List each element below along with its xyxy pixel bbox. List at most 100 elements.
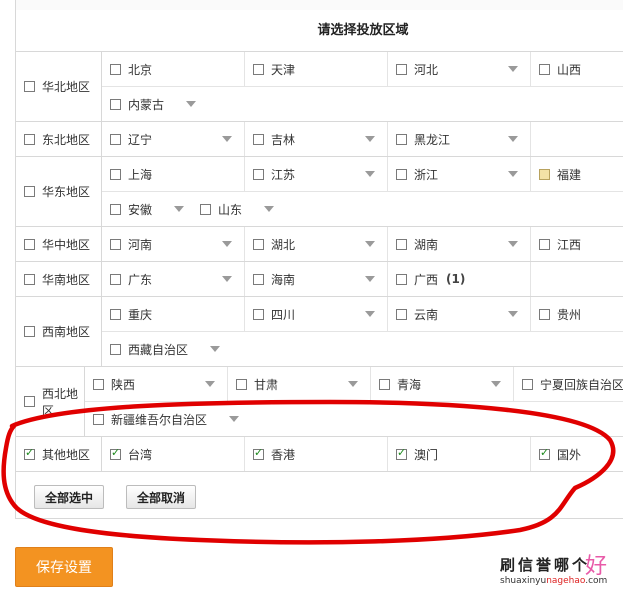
province-option[interactable]: 国外 <box>531 437 623 471</box>
chevron-down-icon[interactable] <box>264 206 275 212</box>
province-option[interactable]: 湖北 <box>245 227 388 261</box>
chevron-down-icon[interactable] <box>186 101 197 107</box>
province-checkbox[interactable] <box>539 168 550 180</box>
province-checkbox[interactable] <box>396 133 407 145</box>
province-checkbox[interactable] <box>110 203 121 215</box>
province-checkbox[interactable] <box>378 378 390 390</box>
province-checkbox[interactable] <box>253 238 264 250</box>
region-checkbox-label[interactable]: 华东地区 <box>16 157 102 226</box>
region-checkbox-label[interactable]: 西北地区 <box>16 367 85 436</box>
province-option[interactable]: 辽宁 <box>102 122 245 156</box>
province-option[interactable]: 河南 <box>102 227 245 261</box>
save-settings-button[interactable]: 保存设置 <box>15 547 113 587</box>
province-option[interactable]: 香港 <box>245 437 388 471</box>
chevron-down-icon[interactable] <box>508 171 518 177</box>
chevron-down-icon[interactable] <box>508 241 518 247</box>
province-checkbox[interactable] <box>396 273 407 285</box>
region-checkbox-label[interactable]: 其他地区 <box>16 437 102 471</box>
chevron-down-icon[interactable] <box>210 346 221 352</box>
province-checkbox[interactable] <box>253 168 264 180</box>
province-option[interactable]: 黑龙江 <box>388 122 531 156</box>
province-option[interactable]: 浙江 <box>388 157 531 191</box>
select-all-button[interactable]: 全部选中 <box>34 485 105 509</box>
province-checkbox[interactable] <box>253 273 264 285</box>
province-option[interactable]: 宁夏回族自治区 <box>514 367 623 401</box>
province-checkbox[interactable] <box>253 63 264 75</box>
province-checkbox[interactable] <box>110 168 121 180</box>
province-checkbox[interactable] <box>110 133 121 145</box>
region-checkbox-label[interactable]: 华北地区 <box>16 52 102 121</box>
province-option[interactable]: 内蒙古 <box>102 87 204 121</box>
province-checkbox[interactable] <box>396 308 407 320</box>
deselect-all-button[interactable]: 全部取消 <box>126 485 197 509</box>
province-option[interactable]: 重庆 <box>102 297 245 331</box>
province-checkbox[interactable] <box>396 63 407 75</box>
region-checkbox[interactable] <box>24 133 35 145</box>
province-option[interactable]: 广东 <box>102 262 245 296</box>
province-option[interactable]: 福建 <box>531 157 623 191</box>
province-checkbox[interactable] <box>253 133 264 145</box>
province-option[interactable]: 吉林 <box>245 122 388 156</box>
province-option[interactable]: 青海 <box>371 367 514 401</box>
province-option[interactable]: 海南 <box>245 262 388 296</box>
province-checkbox[interactable] <box>253 446 264 460</box>
province-option[interactable]: 西藏自治区 <box>102 332 228 366</box>
region-checkbox-label[interactable]: 西南地区 <box>16 297 102 366</box>
chevron-down-icon[interactable] <box>222 276 232 282</box>
chevron-down-icon[interactable] <box>365 171 375 177</box>
province-option[interactable]: 上海 <box>102 157 245 191</box>
province-option[interactable]: 湖南 <box>388 227 531 261</box>
province-checkbox[interactable] <box>110 273 121 285</box>
province-checkbox[interactable] <box>539 446 550 460</box>
province-option[interactable]: 陕西 <box>85 367 228 401</box>
province-option[interactable]: 安徽 <box>102 192 192 226</box>
province-checkbox[interactable] <box>110 308 121 320</box>
province-option[interactable]: 天津 <box>245 52 388 86</box>
province-option[interactable]: 广西 (1) <box>388 262 531 296</box>
province-checkbox[interactable] <box>110 238 121 250</box>
province-option[interactable]: 山东 <box>192 192 282 226</box>
province-option[interactable]: 北京 <box>102 52 245 86</box>
chevron-down-icon[interactable] <box>508 311 518 317</box>
province-checkbox[interactable] <box>539 308 550 320</box>
province-option[interactable]: 江苏 <box>245 157 388 191</box>
province-checkbox[interactable] <box>253 308 264 320</box>
province-option[interactable]: 云南 <box>388 297 531 331</box>
province-option[interactable]: 贵州 <box>531 297 623 331</box>
province-option[interactable]: 山西 <box>531 52 623 86</box>
region-checkbox-label[interactable]: 华中地区 <box>16 227 102 261</box>
province-checkbox[interactable] <box>235 378 247 390</box>
province-option[interactable]: 新疆维吾尔自治区 <box>85 402 247 436</box>
chevron-down-icon[interactable] <box>222 136 232 142</box>
chevron-down-icon[interactable] <box>365 136 375 142</box>
region-checkbox[interactable] <box>24 186 35 197</box>
chevron-down-icon[interactable] <box>365 241 375 247</box>
province-checkbox[interactable] <box>110 63 121 75</box>
chevron-down-icon[interactable] <box>365 311 375 317</box>
province-option[interactable]: 四川 <box>245 297 388 331</box>
region-checkbox[interactable] <box>24 273 35 285</box>
province-checkbox[interactable] <box>539 238 550 250</box>
region-checkbox[interactable] <box>24 81 35 92</box>
chevron-down-icon[interactable] <box>365 276 375 282</box>
chevron-down-icon[interactable] <box>222 241 232 247</box>
region-checkbox-label[interactable]: 东北地区 <box>16 122 102 156</box>
province-option[interactable]: 甘肃 <box>228 367 371 401</box>
province-checkbox[interactable] <box>521 378 533 390</box>
province-checkbox[interactable] <box>396 238 407 250</box>
chevron-down-icon[interactable] <box>490 381 501 387</box>
region-checkbox[interactable] <box>24 396 35 407</box>
chevron-down-icon[interactable] <box>204 381 215 387</box>
province-checkbox[interactable] <box>396 168 407 180</box>
region-checkbox[interactable] <box>24 446 35 460</box>
region-checkbox[interactable] <box>24 326 35 337</box>
province-checkbox[interactable] <box>396 446 407 460</box>
province-checkbox[interactable] <box>92 378 104 390</box>
chevron-down-icon[interactable] <box>347 381 358 387</box>
chevron-down-icon[interactable] <box>508 136 518 142</box>
province-checkbox[interactable] <box>110 343 121 355</box>
province-checkbox[interactable] <box>539 63 550 75</box>
chevron-down-icon[interactable] <box>229 416 239 422</box>
province-checkbox[interactable] <box>110 446 121 460</box>
chevron-down-icon[interactable] <box>508 66 518 72</box>
